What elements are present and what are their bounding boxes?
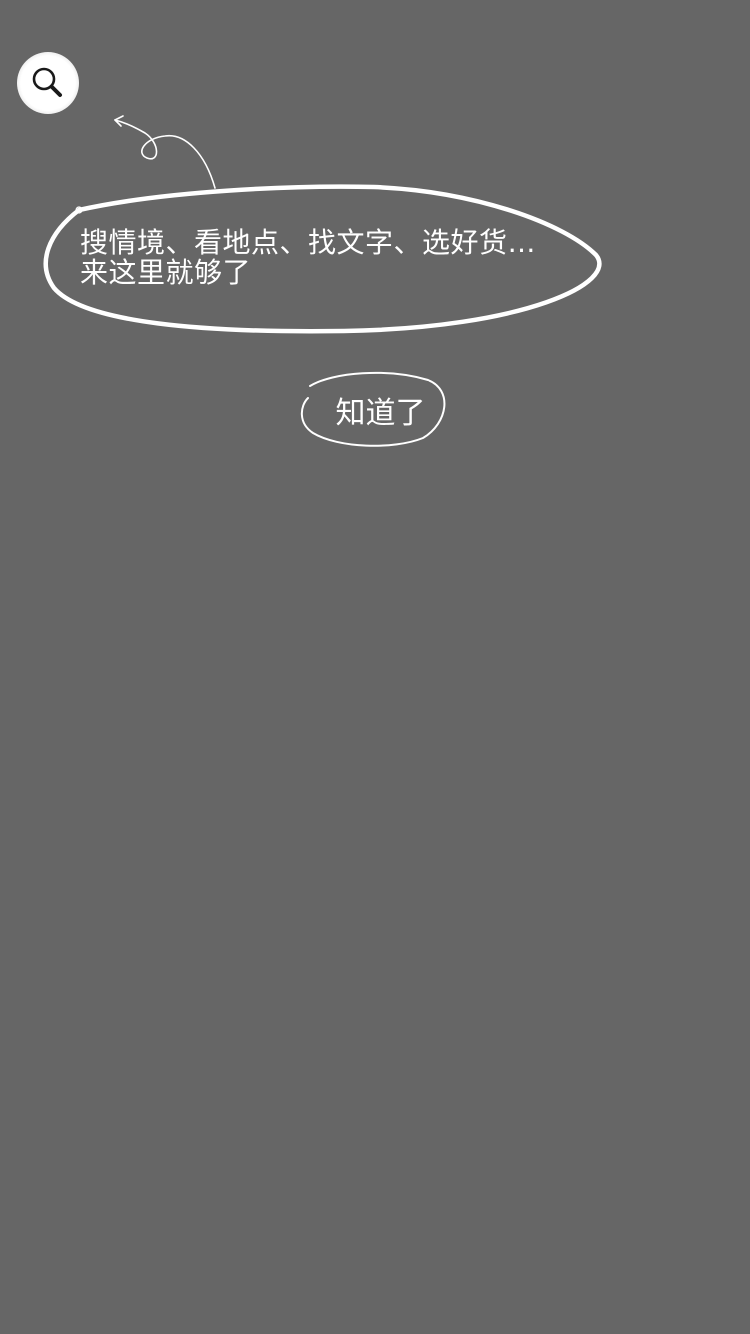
- dismiss-button[interactable]: 知道了: [318, 386, 443, 434]
- search-button[interactable]: [17, 52, 79, 114]
- tip-text: 搜情境、看地点、找文字、选好货… 来这里就够了: [80, 228, 580, 288]
- hand-drawn-arrow-icon: [114, 115, 216, 189]
- search-icon: [32, 67, 62, 97]
- tip-line-2: 来这里就够了: [80, 256, 252, 289]
- tip-line-1: 搜情境、看地点、找文字、选好货…: [80, 226, 537, 259]
